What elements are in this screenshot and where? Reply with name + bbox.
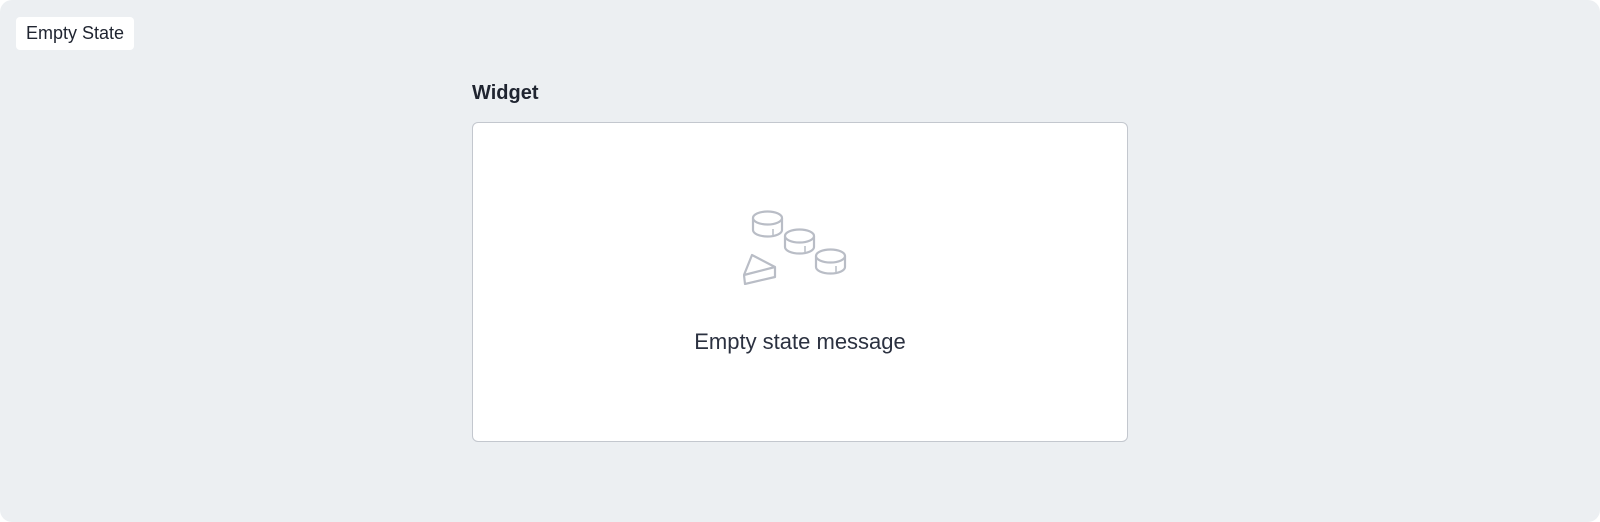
widget-title: Widget <box>472 82 539 104</box>
coin-icon <box>783 228 816 255</box>
coin-icon <box>814 248 847 275</box>
page-canvas: Empty State Widget Empty state message <box>0 0 1600 522</box>
empty-state-message: Empty state message <box>694 329 906 354</box>
empty-pieces-icon <box>743 210 847 285</box>
empty-state-tag: Empty State <box>16 17 135 50</box>
wedge-icon <box>743 253 777 285</box>
coin-icon <box>751 210 784 238</box>
widget-panel: Empty state message <box>472 122 1128 442</box>
